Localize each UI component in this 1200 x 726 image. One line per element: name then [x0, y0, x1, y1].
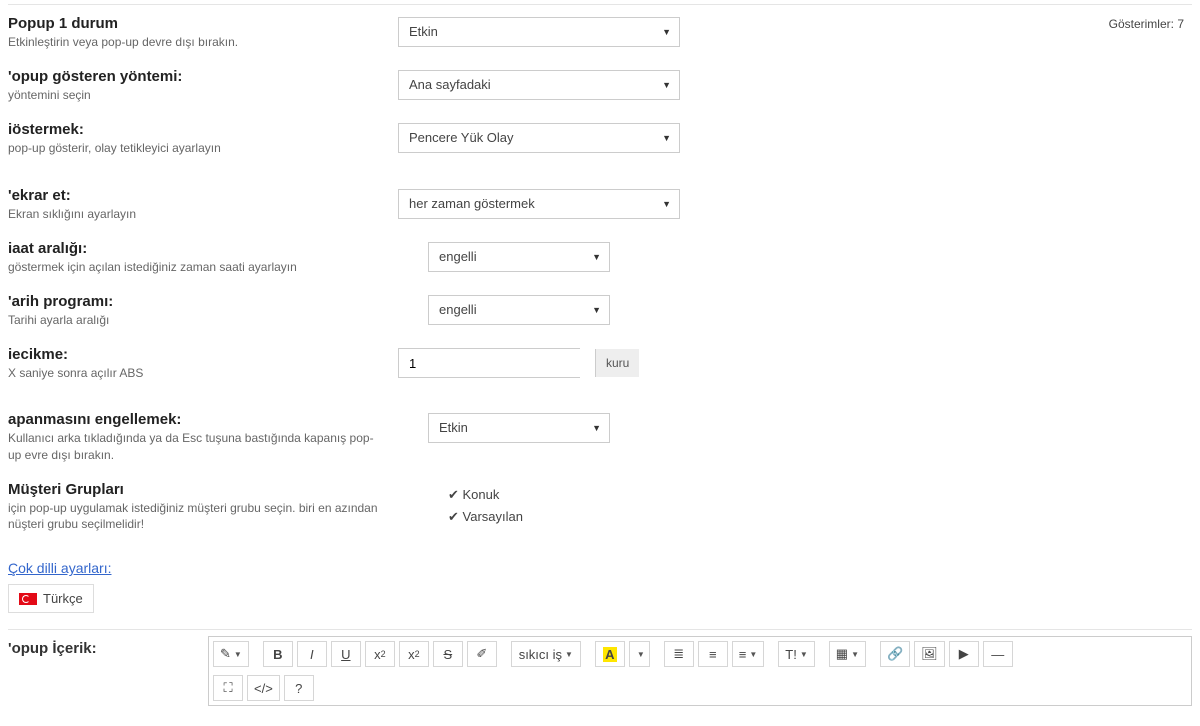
label-method-title: 'opup gösteren yöntemi: — [8, 68, 378, 85]
chevron-down-icon: ▼ — [234, 650, 242, 659]
tab-language-turkish[interactable]: Türkçe — [8, 584, 94, 613]
chevron-down-icon: ▼ — [565, 650, 573, 659]
video-icon: ▶ — [959, 646, 969, 662]
chevron-down-icon: ▼ — [662, 71, 671, 99]
label-show-desc: pop-up gösterir, olay tetikleyici ayarla… — [8, 140, 378, 156]
chevron-down-icon: ▼ — [662, 18, 671, 46]
chevron-down-icon: ▼ — [592, 414, 601, 442]
chevron-down-icon: ▼ — [637, 650, 645, 659]
input-delay[interactable] — [399, 349, 595, 377]
stats-impressions: Gösterimler: 7 — [1109, 11, 1192, 31]
label-content: 'opup İçerik: — [8, 636, 208, 657]
field-delay: iecikme: X saniye sonra açılır ABS kuru — [8, 342, 1109, 395]
chevron-down-icon: ▼ — [592, 296, 601, 324]
label-delay-title: iecikme: — [8, 346, 378, 363]
label-date-desc: Tarihi ayarla aralığı — [8, 312, 378, 328]
select-repeat[interactable]: her zaman göstermek ▼ — [398, 189, 680, 219]
chevron-down-icon: ▼ — [662, 124, 671, 152]
btn-video[interactable]: ▶ — [949, 641, 979, 667]
label-time-desc: göstermek için açılan istediğiniz zaman … — [8, 259, 378, 275]
field-groups: Müşteri Grupları için pop-up uygulamak i… — [8, 477, 1109, 546]
label-time-title: iaat aralığı: — [8, 240, 378, 257]
minus-icon: — — [991, 647, 1004, 662]
btn-eraser[interactable]: ✐ — [467, 641, 497, 667]
label-status-desc: Etkinleştirin veya pop-up devre dışı bır… — [8, 34, 378, 50]
expand-icon: ⛶ — [223, 680, 232, 696]
btn-font-color-more[interactable]: ▼ — [629, 641, 650, 667]
btn-bold[interactable]: B — [263, 641, 293, 667]
multilang-title: Çok dilli ayarları: — [8, 560, 111, 576]
field-method: 'opup gösteren yöntemi: yöntemini seçin … — [8, 64, 1109, 117]
btn-style[interactable]: ✎▼ — [213, 641, 249, 667]
field-prevent: apanmasını engellemek: Kullanıcı arka tı… — [8, 395, 1109, 476]
select-status[interactable]: Etkin ▼ — [398, 17, 680, 47]
field-content: 'opup İçerik: ✎▼ B I U x2 x2 S ✐ sıkıcı … — [8, 636, 1192, 726]
select-date[interactable]: engelli ▼ — [428, 295, 610, 325]
addon-delay-unit: kuru — [595, 349, 639, 377]
field-repeat: 'ekrar et: Ekran sıklığını ayarlayın her… — [8, 171, 1109, 236]
btn-codeview[interactable]: </> — [247, 675, 280, 701]
btn-unordered-list[interactable]: ≣ — [664, 641, 694, 667]
select-method[interactable]: Ana sayfadaki ▼ — [398, 70, 680, 100]
btn-hr[interactable]: — — [983, 641, 1013, 667]
label-status-title: Popup 1 durum — [8, 15, 378, 32]
field-show: iöstermek: pop-up gösterir, olay tetikle… — [8, 117, 1109, 170]
flag-tr-icon — [19, 593, 37, 605]
pencil-icon: ✎ — [220, 646, 231, 662]
label-prevent-desc: Kullanıcı arka tıkladığında ya da Esc tu… — [8, 430, 378, 462]
btn-table[interactable]: ▦▼ — [829, 641, 866, 667]
label-delay-desc: X saniye sonra açılır ABS — [8, 365, 378, 381]
btn-fullscreen[interactable]: ⛶ — [213, 675, 243, 701]
image-icon: 🖼 — [921, 646, 938, 662]
label-date-title: 'arih programı: — [8, 293, 378, 310]
btn-help[interactable]: ? — [284, 675, 314, 701]
input-delay-group: kuru — [398, 348, 580, 378]
select-prevent[interactable]: Etkin ▼ — [428, 413, 610, 443]
editor-toolbar: ✎▼ B I U x2 x2 S ✐ sıkıcı iş▼ A ▼ ≣ ≡ ≡▼… — [208, 636, 1192, 706]
btn-superscript[interactable]: x2 — [365, 641, 395, 667]
btn-strikethrough[interactable]: S — [433, 641, 463, 667]
label-repeat-desc: Ekran sıklığını ayarlayın — [8, 206, 378, 222]
btn-link[interactable]: 🔗 — [880, 641, 910, 667]
label-prevent-title: apanmasını engellemek: — [8, 411, 378, 428]
field-date: 'arih programı: Tarihi ayarla aralığı en… — [8, 289, 1109, 342]
chevron-down-icon: ▼ — [662, 190, 671, 218]
link-icon: 🔗 — [887, 646, 903, 662]
btn-ordered-list[interactable]: ≡ — [698, 641, 728, 667]
label-groups-title: Müşteri Grupları — [8, 481, 378, 498]
btn-picture[interactable]: 🖼 — [914, 641, 945, 667]
btn-font-color[interactable]: A — [595, 641, 625, 667]
label-repeat-title: 'ekrar et: — [8, 187, 378, 204]
chevron-down-icon: ▼ — [851, 650, 859, 659]
chevron-down-icon: ▼ — [749, 650, 757, 659]
btn-underline[interactable]: U — [331, 641, 361, 667]
checkbox-group-guest[interactable]: ✔ Konuk — [448, 487, 523, 503]
list-ol-icon: ≡ — [709, 647, 717, 662]
select-show[interactable]: Pencere Yük Olay ▼ — [398, 123, 680, 153]
btn-line-height[interactable]: T!▼ — [778, 641, 815, 667]
chevron-down-icon: ▼ — [592, 243, 601, 271]
chevron-down-icon: ▼ — [800, 650, 808, 659]
align-icon: ≡ — [739, 647, 747, 662]
label-groups-desc: için pop-up uygulamak istediğiniz müşter… — [8, 500, 378, 532]
checkbox-group-default[interactable]: ✔ Varsayılan — [448, 509, 523, 525]
btn-paragraph[interactable]: ≡▼ — [732, 641, 765, 667]
dropdown-format[interactable]: sıkıcı iş▼ — [511, 641, 581, 667]
list-ul-icon: ≣ — [673, 646, 684, 662]
eraser-icon: ✐ — [476, 646, 487, 662]
field-time: iaat aralığı: göstermek için açılan iste… — [8, 236, 1109, 289]
select-time[interactable]: engelli ▼ — [428, 242, 610, 272]
btn-italic[interactable]: I — [297, 641, 327, 667]
table-icon: ▦ — [836, 646, 848, 662]
label-method-desc: yöntemini seçin — [8, 87, 378, 103]
code-icon: </> — [254, 681, 273, 696]
label-show-title: iöstermek: — [8, 121, 378, 138]
btn-subscript[interactable]: x2 — [399, 641, 429, 667]
field-status: Popup 1 durum Etkinleştirin veya pop-up … — [8, 11, 1109, 64]
